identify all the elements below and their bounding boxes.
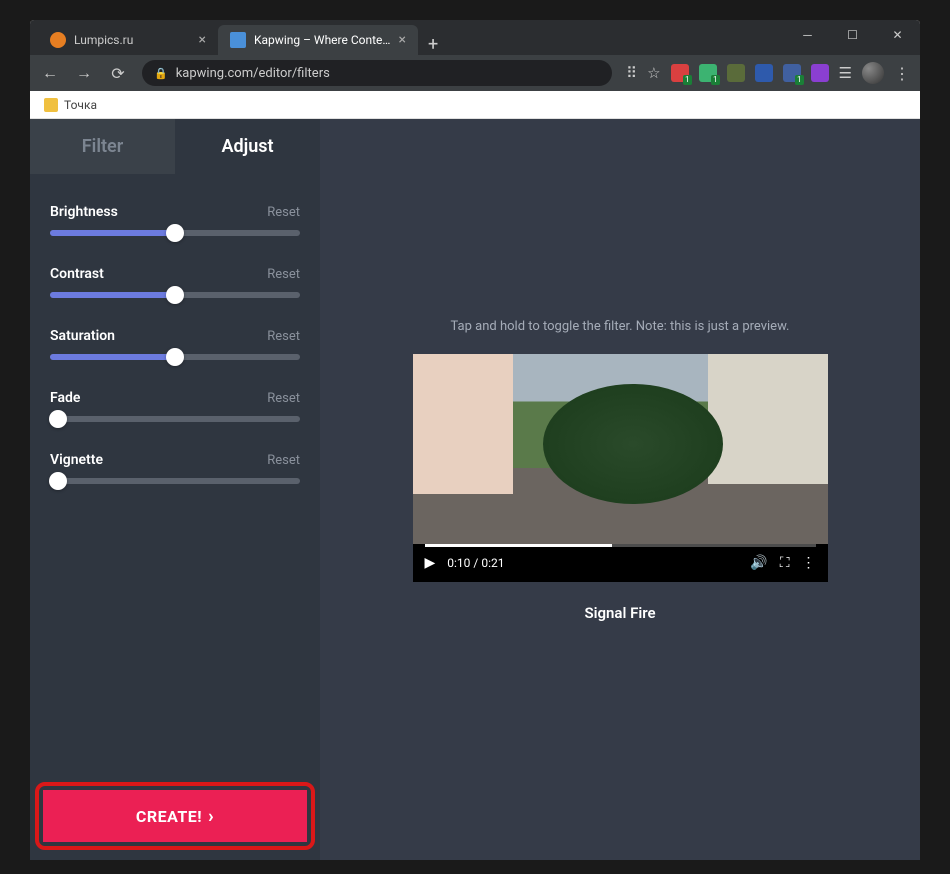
app-content: Filter Adjust Brightness Reset Contrast Res… <box>30 119 920 860</box>
slider-thumb[interactable] <box>166 348 184 366</box>
slider-contrast: Contrast Reset <box>50 266 300 298</box>
tab-title: Lumpics.ru <box>74 33 191 47</box>
slider-saturation: Saturation Reset <box>50 328 300 360</box>
translate-icon[interactable]: ⠿ <box>626 64 637 82</box>
slider-thumb[interactable] <box>166 286 184 304</box>
ext-icon-5[interactable]: 1 <box>783 64 801 82</box>
browser-tab-kapwing[interactable]: Kapwing – Where Content Creati × <box>218 25 418 55</box>
video-controls: ▶ 0:10 / 0:21 🔊 ⛶ ⋮ <box>413 544 828 582</box>
extension-icons: ⠿ ☆ 1 1 1 ☰ ⋮ <box>626 62 910 84</box>
back-button[interactable]: ← <box>40 63 60 83</box>
tab-adjust[interactable]: Adjust <box>175 119 320 174</box>
profile-avatar[interactable] <box>862 62 884 84</box>
create-button-highlight: CREATE! › <box>35 782 315 850</box>
video-frame <box>413 354 828 544</box>
preview-area: Tap and hold to toggle the filter. Note:… <box>320 119 920 860</box>
slider-track[interactable] <box>50 354 300 360</box>
sidebar: Filter Adjust Brightness Reset Contrast Res… <box>30 119 320 860</box>
sliders-panel: Brightness Reset Contrast Reset Saturation Re… <box>30 174 320 514</box>
browser-window: Lumpics.ru × Kapwing – Where Content Cre… <box>30 20 920 860</box>
slider-track[interactable] <box>50 478 300 484</box>
slider-vignette: Vignette Reset <box>50 452 300 484</box>
video-time: 0:10 / 0:21 <box>447 556 504 570</box>
video-menu-icon[interactable]: ⋮ <box>802 555 816 571</box>
slider-track[interactable] <box>50 230 300 236</box>
slider-brightness: Brightness Reset <box>50 204 300 236</box>
slider-thumb[interactable] <box>166 224 184 242</box>
slider-thumb[interactable] <box>49 472 67 490</box>
video-title: Signal Fire <box>584 604 655 622</box>
sidebar-tabs: Filter Adjust <box>30 119 320 174</box>
bookmark-item[interactable]: Точка <box>64 98 97 112</box>
lock-icon: 🔒 <box>154 67 168 80</box>
minimize-button[interactable]: ─ <box>785 20 830 50</box>
chevron-right-icon: › <box>208 806 214 827</box>
slider-track[interactable] <box>50 416 300 422</box>
ext-icon-4[interactable] <box>755 64 773 82</box>
slider-reset[interactable]: Reset <box>267 391 300 406</box>
slider-reset[interactable]: Reset <box>267 453 300 468</box>
preview-hint: Tap and hold to toggle the filter. Note:… <box>451 319 790 334</box>
url-text: kapwing.com/editor/filters <box>176 66 330 81</box>
favicon <box>230 32 246 48</box>
slider-reset[interactable]: Reset <box>267 267 300 282</box>
slider-label: Contrast <box>50 266 104 282</box>
video-player[interactable]: ▶ 0:10 / 0:21 🔊 ⛶ ⋮ <box>413 354 828 582</box>
play-icon[interactable]: ▶ <box>425 555 436 571</box>
volume-icon[interactable]: 🔊 <box>750 555 767 571</box>
close-tab-icon[interactable]: × <box>399 32 406 48</box>
reload-button[interactable]: ⟳ <box>108 64 128 83</box>
maximize-button[interactable]: ☐ <box>830 20 875 50</box>
ext-icon-1[interactable]: 1 <box>671 64 689 82</box>
slider-label: Vignette <box>50 452 103 468</box>
tab-title: Kapwing – Where Content Creati <box>254 33 391 47</box>
fullscreen-icon[interactable]: ⛶ <box>780 555 790 571</box>
forward-button[interactable]: → <box>74 63 94 83</box>
bookmark-folder-icon <box>44 98 58 112</box>
close-window-button[interactable]: ✕ <box>875 20 920 50</box>
video-progress[interactable] <box>425 544 816 547</box>
tab-filter[interactable]: Filter <box>30 119 175 174</box>
address-bar-row: ← → ⟳ 🔒 kapwing.com/editor/filters ⠿ ☆ 1… <box>30 55 920 91</box>
ext-icon-2[interactable]: 1 <box>699 64 717 82</box>
create-button[interactable]: CREATE! › <box>43 790 307 842</box>
tab-strip: Lumpics.ru × Kapwing – Where Content Cre… <box>30 20 920 55</box>
new-tab-button[interactable]: + <box>418 34 448 55</box>
ext-icon-3[interactable] <box>727 64 745 82</box>
close-tab-icon[interactable]: × <box>199 32 206 48</box>
favicon <box>50 32 66 48</box>
slider-reset[interactable]: Reset <box>267 329 300 344</box>
url-bar[interactable]: 🔒 kapwing.com/editor/filters <box>142 60 612 86</box>
slider-track[interactable] <box>50 292 300 298</box>
slider-label: Brightness <box>50 204 118 220</box>
slider-fade: Fade Reset <box>50 390 300 422</box>
browser-tab-lumpics[interactable]: Lumpics.ru × <box>38 25 218 55</box>
browser-menu-icon[interactable]: ⋮ <box>894 64 910 83</box>
bookmarks-bar: Точка <box>30 91 920 119</box>
window-controls: ─ ☐ ✕ <box>785 20 920 50</box>
create-label: CREATE! <box>136 807 202 826</box>
slider-thumb[interactable] <box>49 410 67 428</box>
reading-list-icon[interactable]: ☰ <box>839 64 852 82</box>
slider-label: Saturation <box>50 328 115 344</box>
slider-reset[interactable]: Reset <box>267 205 300 220</box>
slider-label: Fade <box>50 390 80 406</box>
ext-icon-6[interactable] <box>811 64 829 82</box>
star-icon[interactable]: ☆ <box>647 64 660 82</box>
